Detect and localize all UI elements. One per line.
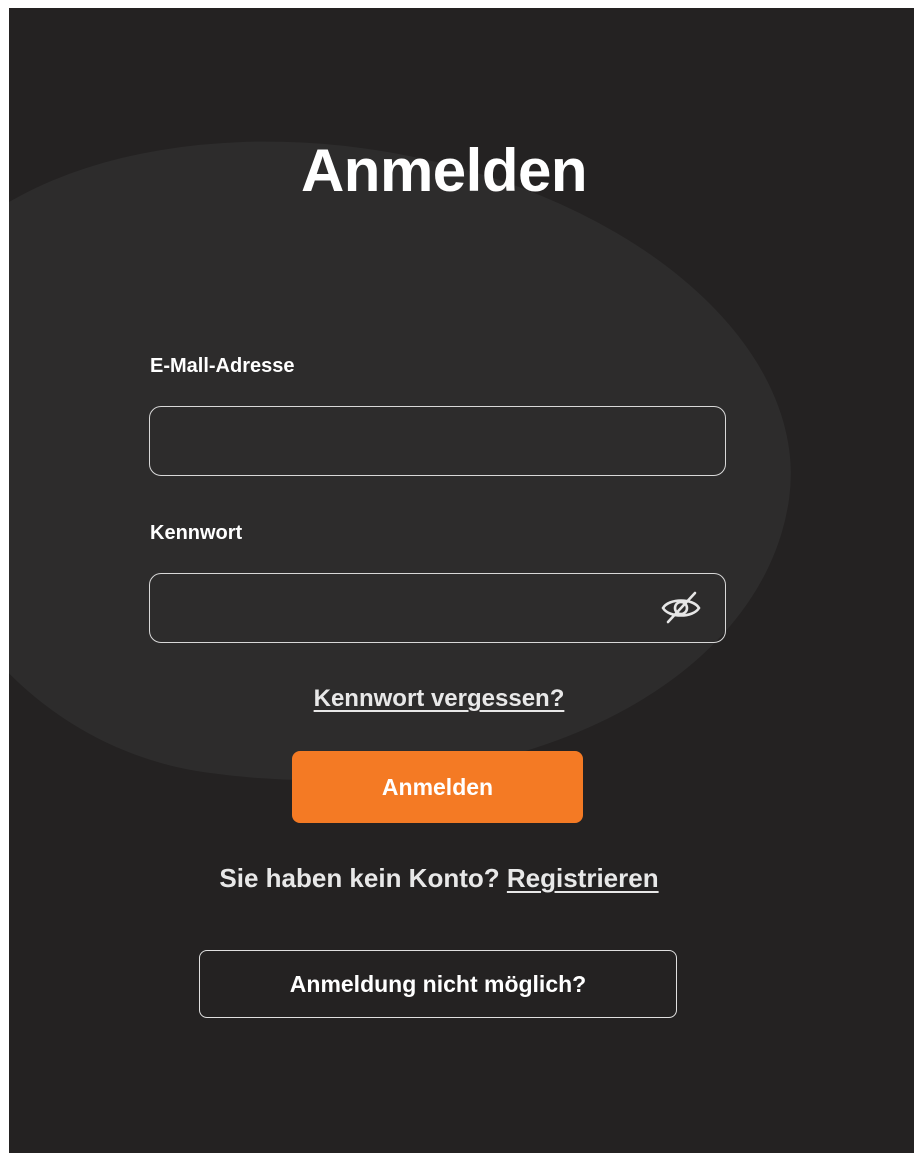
email-field-box [149, 406, 726, 476]
login-form: Anmelden E-Mall-Adresse Kennwort Kennwor… [9, 8, 914, 1153]
forgot-password-link[interactable]: Kennwort vergessen? [314, 685, 565, 712]
password-field-box [149, 573, 726, 643]
no-account-text: Sie haben kein Konto? [219, 863, 500, 893]
register-row: Sie haben kein Konto? Registrieren [9, 863, 869, 894]
forgot-password-row: Kennwort vergessen? [9, 685, 869, 713]
password-field[interactable] [164, 574, 648, 643]
login-trouble-button[interactable]: Anmeldung nicht möglich? [199, 950, 677, 1018]
email-label: E-Mall-Adresse [150, 355, 295, 377]
eye-slash-icon[interactable] [659, 590, 703, 626]
login-panel: Anmelden E-Mall-Adresse Kennwort Kennwor… [9, 8, 914, 1153]
email-field[interactable] [164, 407, 648, 476]
page-title: Anmelden [300, 137, 588, 204]
register-link[interactable]: Registrieren [507, 863, 659, 893]
sign-in-button[interactable]: Anmelden [292, 751, 583, 823]
password-label: Kennwort [150, 522, 243, 544]
